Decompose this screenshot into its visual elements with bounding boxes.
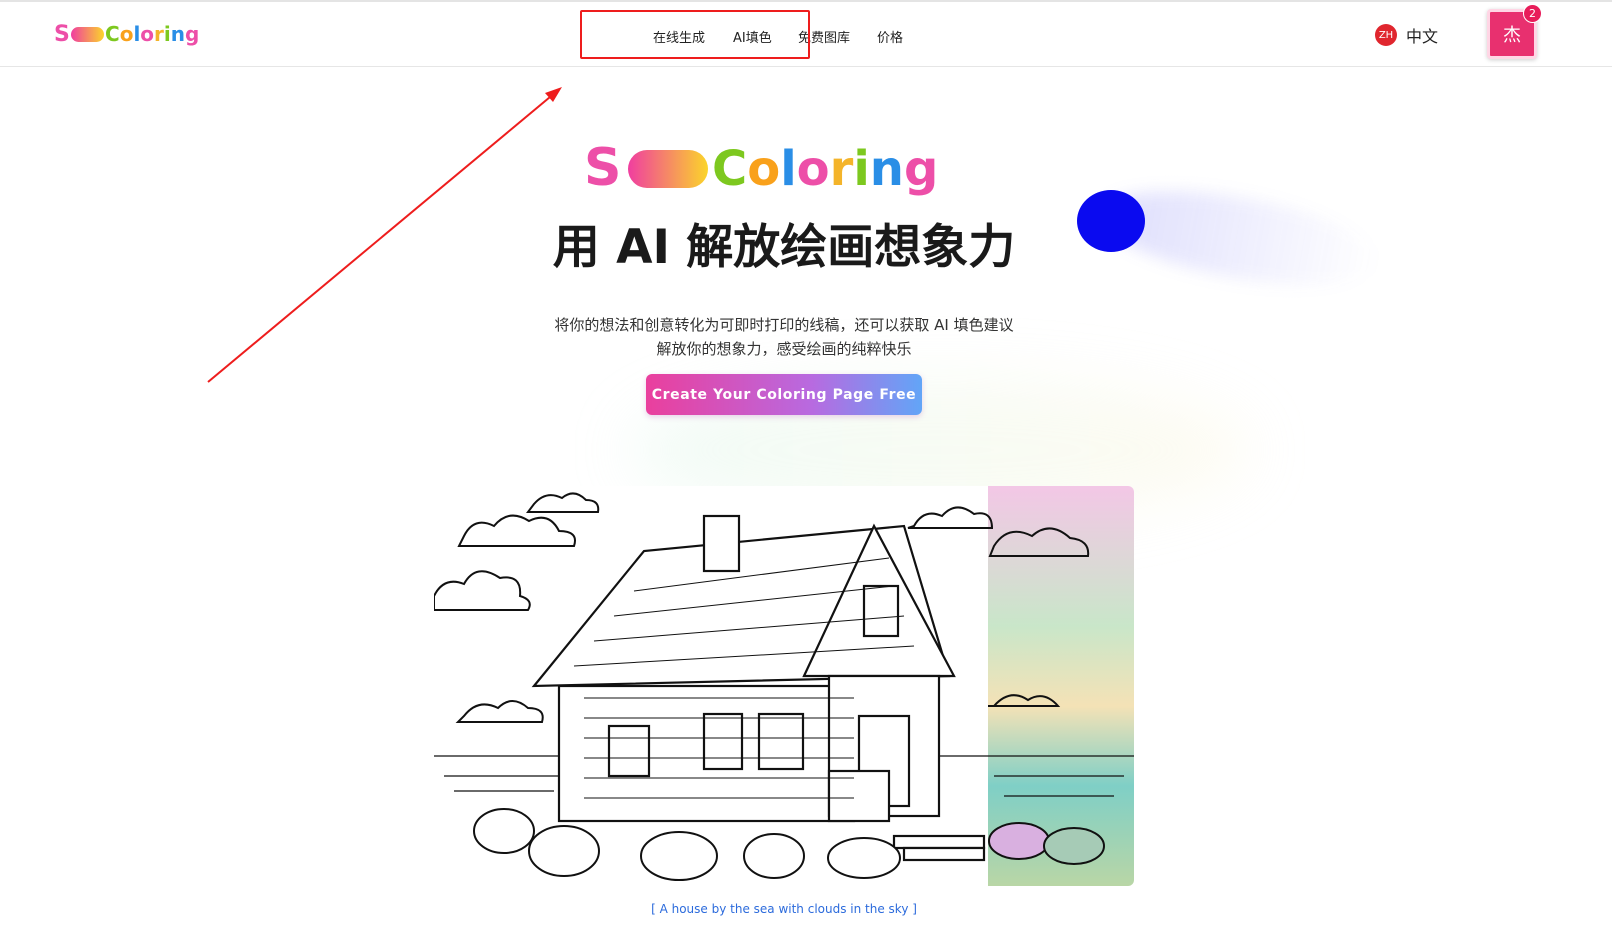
- zh-badge-icon: ZH: [1375, 24, 1397, 46]
- svg-text:S: S: [584, 138, 621, 198]
- svg-text:Coloring: Coloring: [712, 141, 938, 197]
- house-illustration: [434, 486, 1134, 886]
- language-switcher[interactable]: ZH 中文: [1375, 23, 1438, 47]
- hero-subtitle-line1: 将你的想法和创意转化为可即时打印的线稿，还可以获取 AI 填色建议: [554, 316, 1014, 334]
- hero-logo: S Coloring: [584, 138, 938, 198]
- user-avatar-initial: 杰: [1503, 25, 1521, 46]
- image-caption: [ A house by the sea with clouds in the …: [651, 902, 917, 916]
- showcase-image: [434, 486, 1134, 886]
- create-coloring-page-button[interactable]: Create Your Coloring Page Free: [646, 374, 922, 415]
- annotation-highlight-box: [580, 10, 810, 59]
- nav-pricing[interactable]: 价格: [877, 27, 903, 46]
- language-label: 中文: [1406, 27, 1439, 46]
- user-avatar[interactable]: 杰 2: [1487, 4, 1542, 59]
- hero-subtitle-line2: 解放你的想象力，感受绘画的纯粹快乐: [656, 340, 912, 358]
- hero-title: 用 AI 解放绘画想象力: [552, 220, 1016, 275]
- notification-badge: 2: [1523, 4, 1542, 23]
